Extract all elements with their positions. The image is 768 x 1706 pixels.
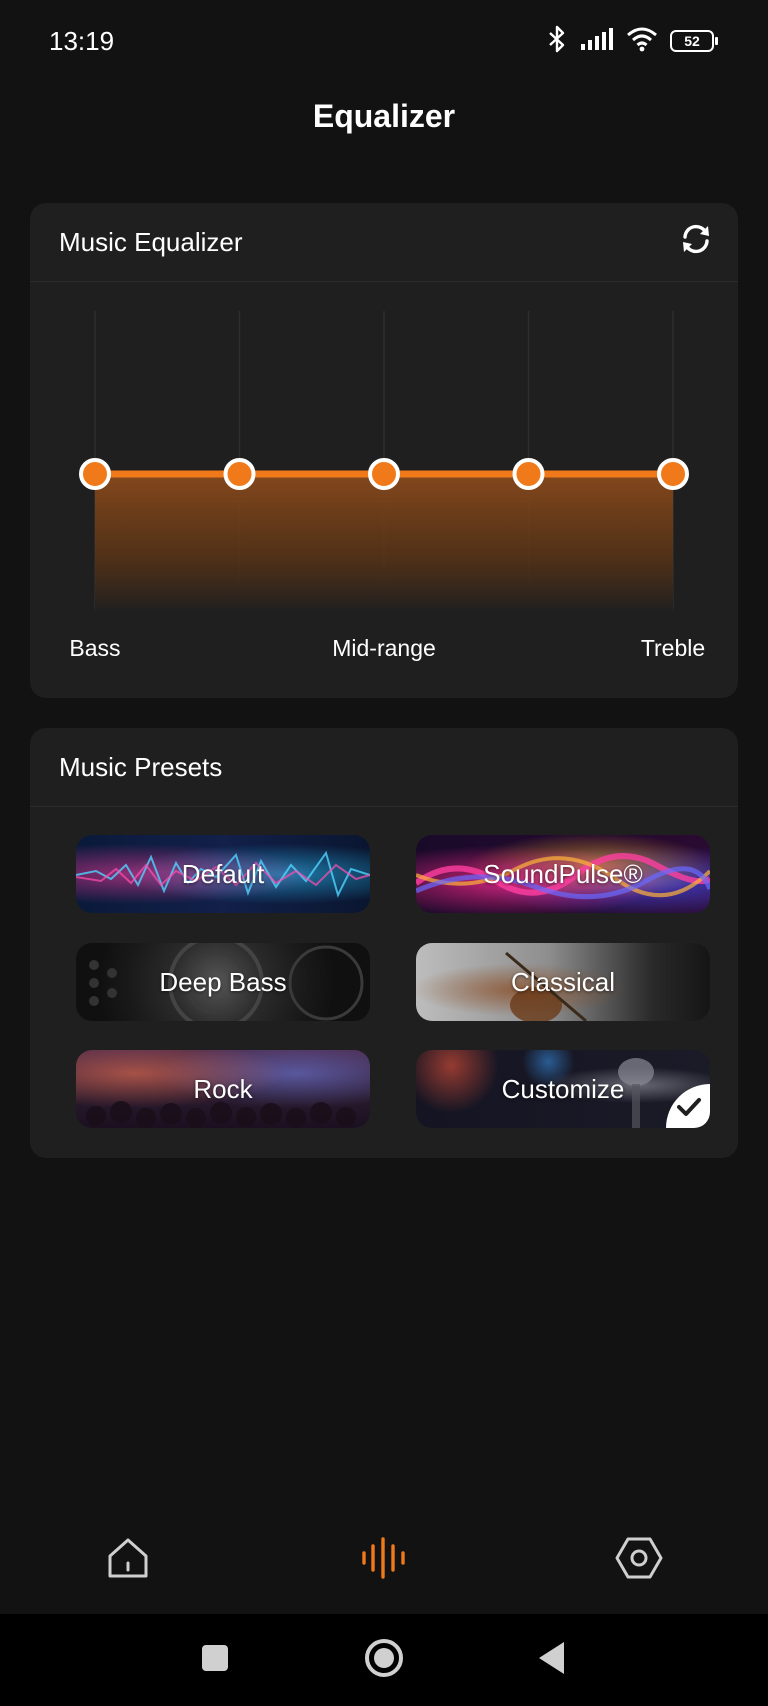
equalizer-fill-area [95, 474, 673, 611]
status-time: 13:19 [49, 26, 115, 56]
preset-label: Default [181, 858, 265, 889]
nav-home[interactable] [98, 1530, 158, 1590]
settings-icon [614, 1535, 664, 1586]
equalizer-svg [79, 311, 689, 611]
recents-button[interactable] [191, 1636, 239, 1684]
presets-title: Music Presets [59, 752, 223, 782]
equalizer-graph[interactable]: Bass Mid-range Treble [30, 281, 738, 671]
refresh-icon [679, 222, 713, 261]
preset-label: SoundPulse® [483, 858, 643, 889]
eq-band-handle-3[interactable] [368, 458, 400, 490]
mid-range-label: Mid-range [332, 635, 436, 661]
preset-label: Rock [193, 1073, 253, 1104]
status-bar: 13:19 52 [0, 0, 768, 84]
battery-icon: 52 [670, 30, 718, 52]
equalizer-card: Music Equalizer Bass Mid-range Treble [30, 203, 738, 698]
eq-band-handle-1[interactable] [79, 458, 111, 490]
system-nav [0, 1614, 768, 1706]
eq-band-handle-4[interactable] [512, 458, 545, 490]
preset-soundpulse[interactable]: SoundPulse® [416, 835, 710, 913]
presets-card: Music Presets Default SoundPulse® Deep B… [30, 728, 738, 1158]
status-icons: 52 [546, 24, 718, 58]
preset-label: Deep Bass [159, 966, 287, 997]
nav-equalizer[interactable] [354, 1530, 414, 1590]
nav-settings[interactable] [609, 1530, 669, 1590]
reset-button[interactable] [676, 221, 716, 261]
home-circle-icon [364, 1638, 404, 1683]
equalizer-icon [359, 1535, 409, 1586]
preset-customize[interactable]: Customize [416, 1050, 710, 1128]
equalizer-title: Music Equalizer [59, 227, 243, 257]
signal-icon [580, 27, 614, 56]
back-icon [536, 1640, 568, 1681]
preset-label: Classical [510, 966, 616, 997]
preset-default[interactable]: Default [76, 835, 370, 913]
eq-band-handle-2[interactable] [223, 458, 256, 490]
wifi-icon [626, 26, 658, 57]
recents-icon [200, 1643, 230, 1678]
home-button[interactable] [360, 1636, 408, 1684]
back-button[interactable] [528, 1636, 576, 1684]
bluetooth-icon [546, 25, 568, 58]
treble-label: Treble [640, 635, 706, 661]
equalizer-card-header: Music Equalizer [30, 203, 738, 282]
eq-band-handle-5[interactable] [657, 458, 689, 490]
preset-deep-bass[interactable]: Deep Bass [76, 943, 370, 1021]
preset-rock[interactable]: Rock [76, 1050, 370, 1128]
page-title: Equalizer [312, 98, 456, 134]
battery-level: 52 [684, 33, 700, 49]
preset-label: Customize [501, 1073, 625, 1104]
home-icon [105, 1535, 151, 1586]
preset-classical[interactable]: Classical [416, 943, 710, 1021]
bottom-nav [0, 1500, 768, 1610]
presets-card-header: Music Presets [30, 728, 738, 807]
bass-label: Bass [69, 635, 121, 661]
